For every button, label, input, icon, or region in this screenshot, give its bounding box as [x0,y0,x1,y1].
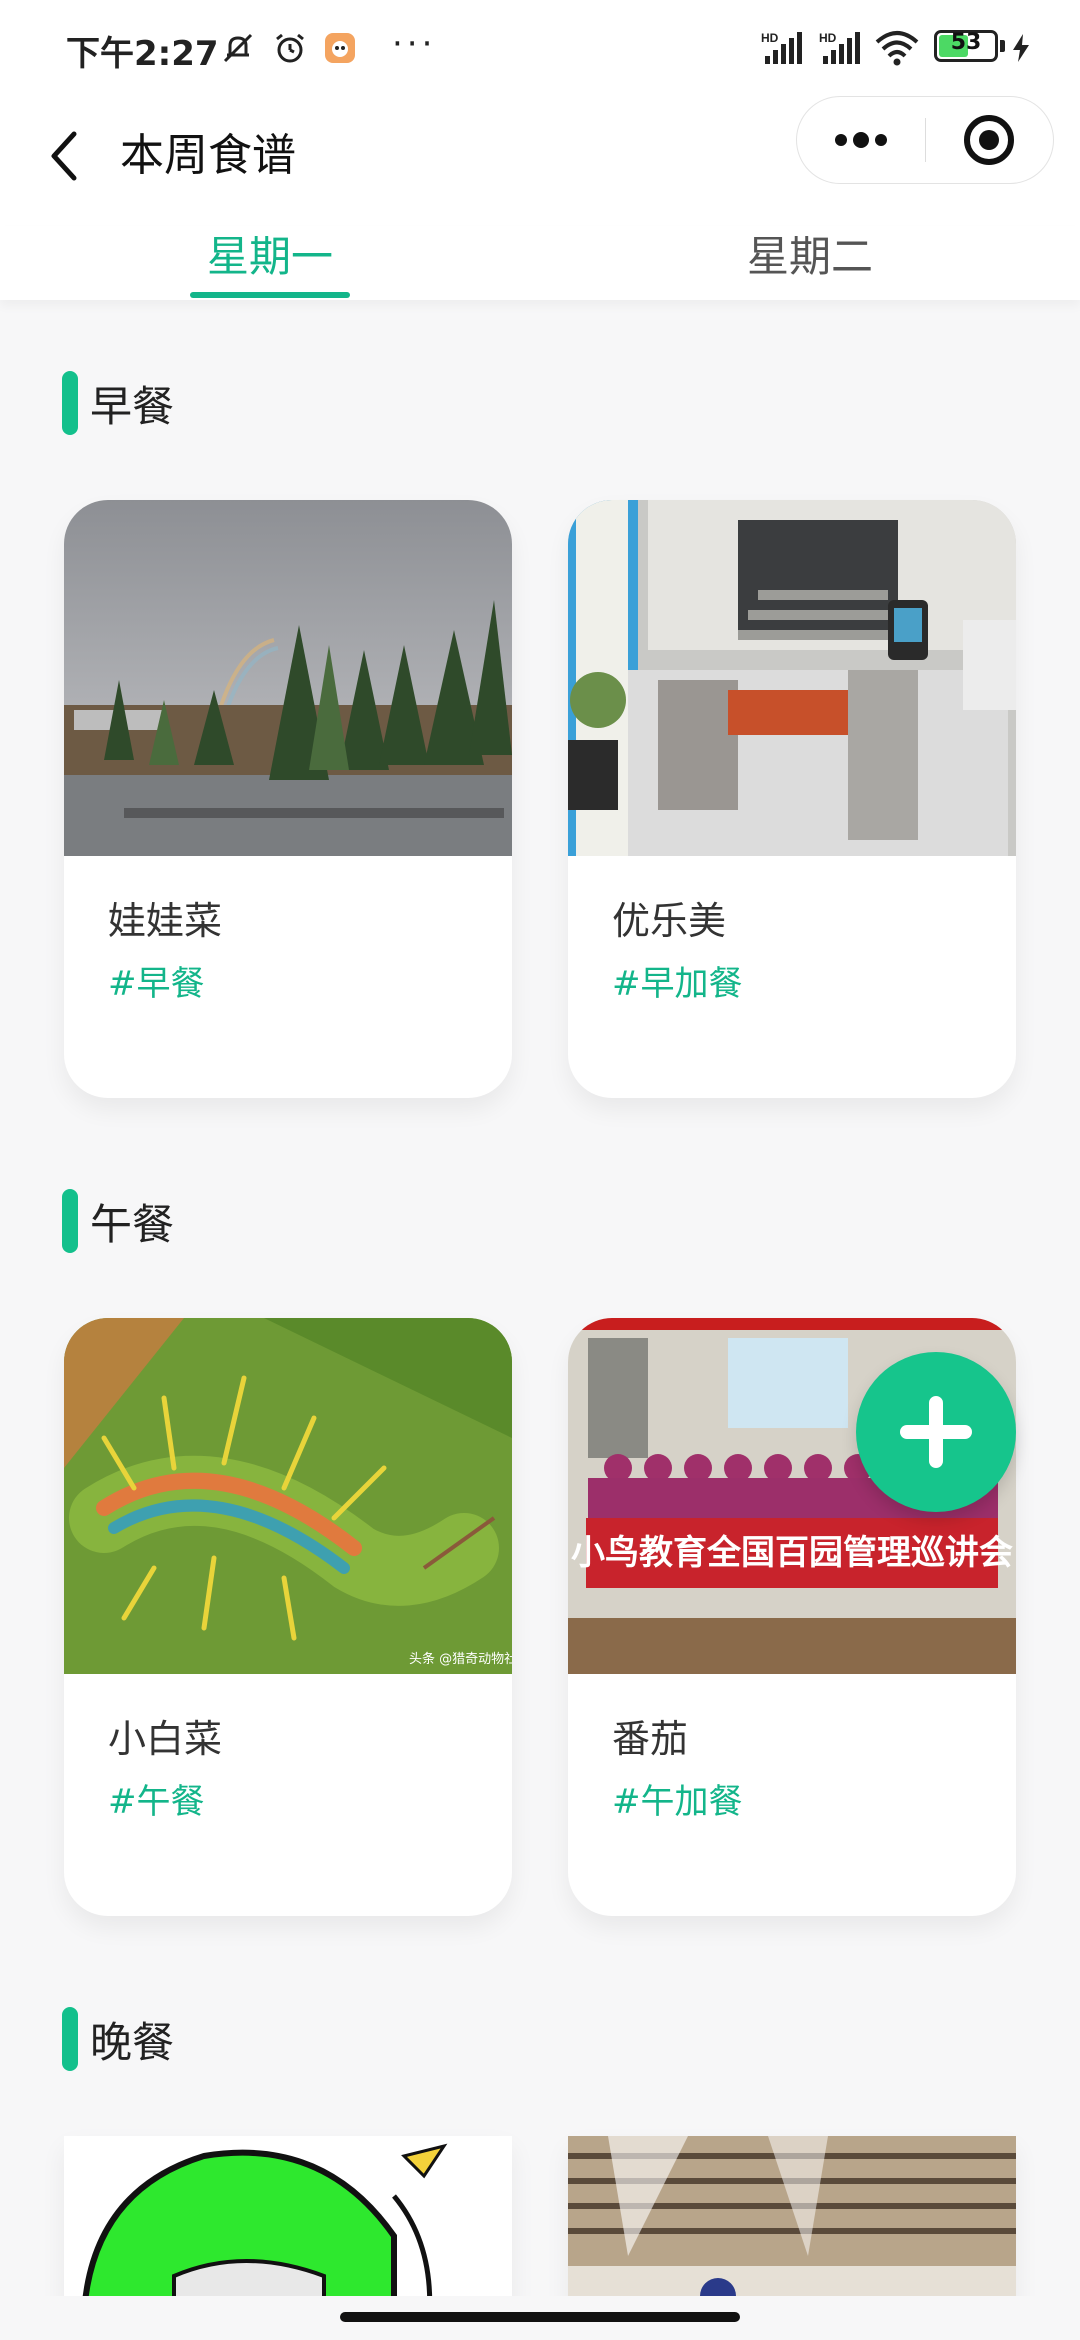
recipe-tag: #午加餐 [612,1782,743,1822]
section-title: 早餐 [90,381,175,431]
wifi-icon [874,30,920,66]
section-header-breakfast: 早餐 [62,370,174,436]
recipe-card[interactable]: 优乐美 #早加餐 [568,500,1016,1098]
caterpillar-photo: 头条 @猎奇动物社 [64,1318,512,1674]
section-marker [62,1189,78,1253]
recipe-name: 娃娃菜 [108,899,223,943]
close-mini-program-button[interactable] [926,97,1054,183]
alarm-icon [270,30,310,66]
section-header-dinner: 晚餐 [62,2006,174,2072]
rainbow-trees-photo [64,500,512,856]
hd-label-2: HD [819,31,837,45]
recipe-card[interactable]: 头条 @猎奇动物社 小白菜 #午餐 [64,1318,512,1916]
record-target-icon [964,115,1015,165]
active-tab-indicator [190,292,350,298]
more-dots-icon [834,132,887,148]
status-time: 下午2:27 [66,34,219,74]
signal-hd-1-icon: HD [760,30,808,66]
more-dots-icon: ··· [392,24,437,64]
page-title: 本周食谱 [120,130,296,181]
more-menu-button[interactable] [797,97,925,183]
recipe-card[interactable]: 娃娃菜 #早餐 [64,500,512,1098]
school-entrance-gate-photo [568,500,1016,856]
recipe-name: 优乐美 [612,899,727,943]
signal-hd-2-icon: HD [818,30,866,66]
add-recipe-button[interactable] [856,1352,1016,1512]
section-title: 晚餐 [90,2017,175,2067]
battery-tip [1000,40,1005,52]
tab-monday[interactable]: 星期一 [0,226,540,300]
home-indicator[interactable] [340,2312,740,2322]
back-arrow-icon[interactable] [34,116,94,196]
weekday-tabs: 星期一 星期二 [0,226,1080,300]
mini-program-capsule [796,96,1054,184]
section-marker [62,371,78,435]
charging-icon [1008,30,1034,66]
tab-tuesday[interactable]: 星期二 [540,226,1080,300]
battery-icon: 53 [934,30,998,62]
photo-watermark: 头条 @猎奇动物社 [409,1651,512,1667]
recipe-tag: #早加餐 [612,964,743,1004]
nav-bar: 本周食谱 [0,96,1080,226]
recipe-name: 小白菜 [108,1717,223,1761]
section-header-lunch: 午餐 [62,1188,174,1254]
mute-bell-icon [218,30,258,66]
battery-level-text: 53 [950,30,982,55]
hd-label-1: HD [761,31,779,45]
plus-icon [900,1396,972,1468]
app-notification-icon [320,30,360,66]
recipe-name: 番茄 [612,1717,689,1761]
recipe-tag: #早餐 [108,964,205,1004]
section-marker [62,2007,78,2071]
section-title: 午餐 [90,1199,175,1249]
status-bar: 下午2:27 ··· HD HD 53 [0,0,1080,96]
recipe-tag: #午餐 [108,1782,205,1822]
banner-text: 小鸟教育全国百园管理巡讲会 [571,1533,1013,1573]
